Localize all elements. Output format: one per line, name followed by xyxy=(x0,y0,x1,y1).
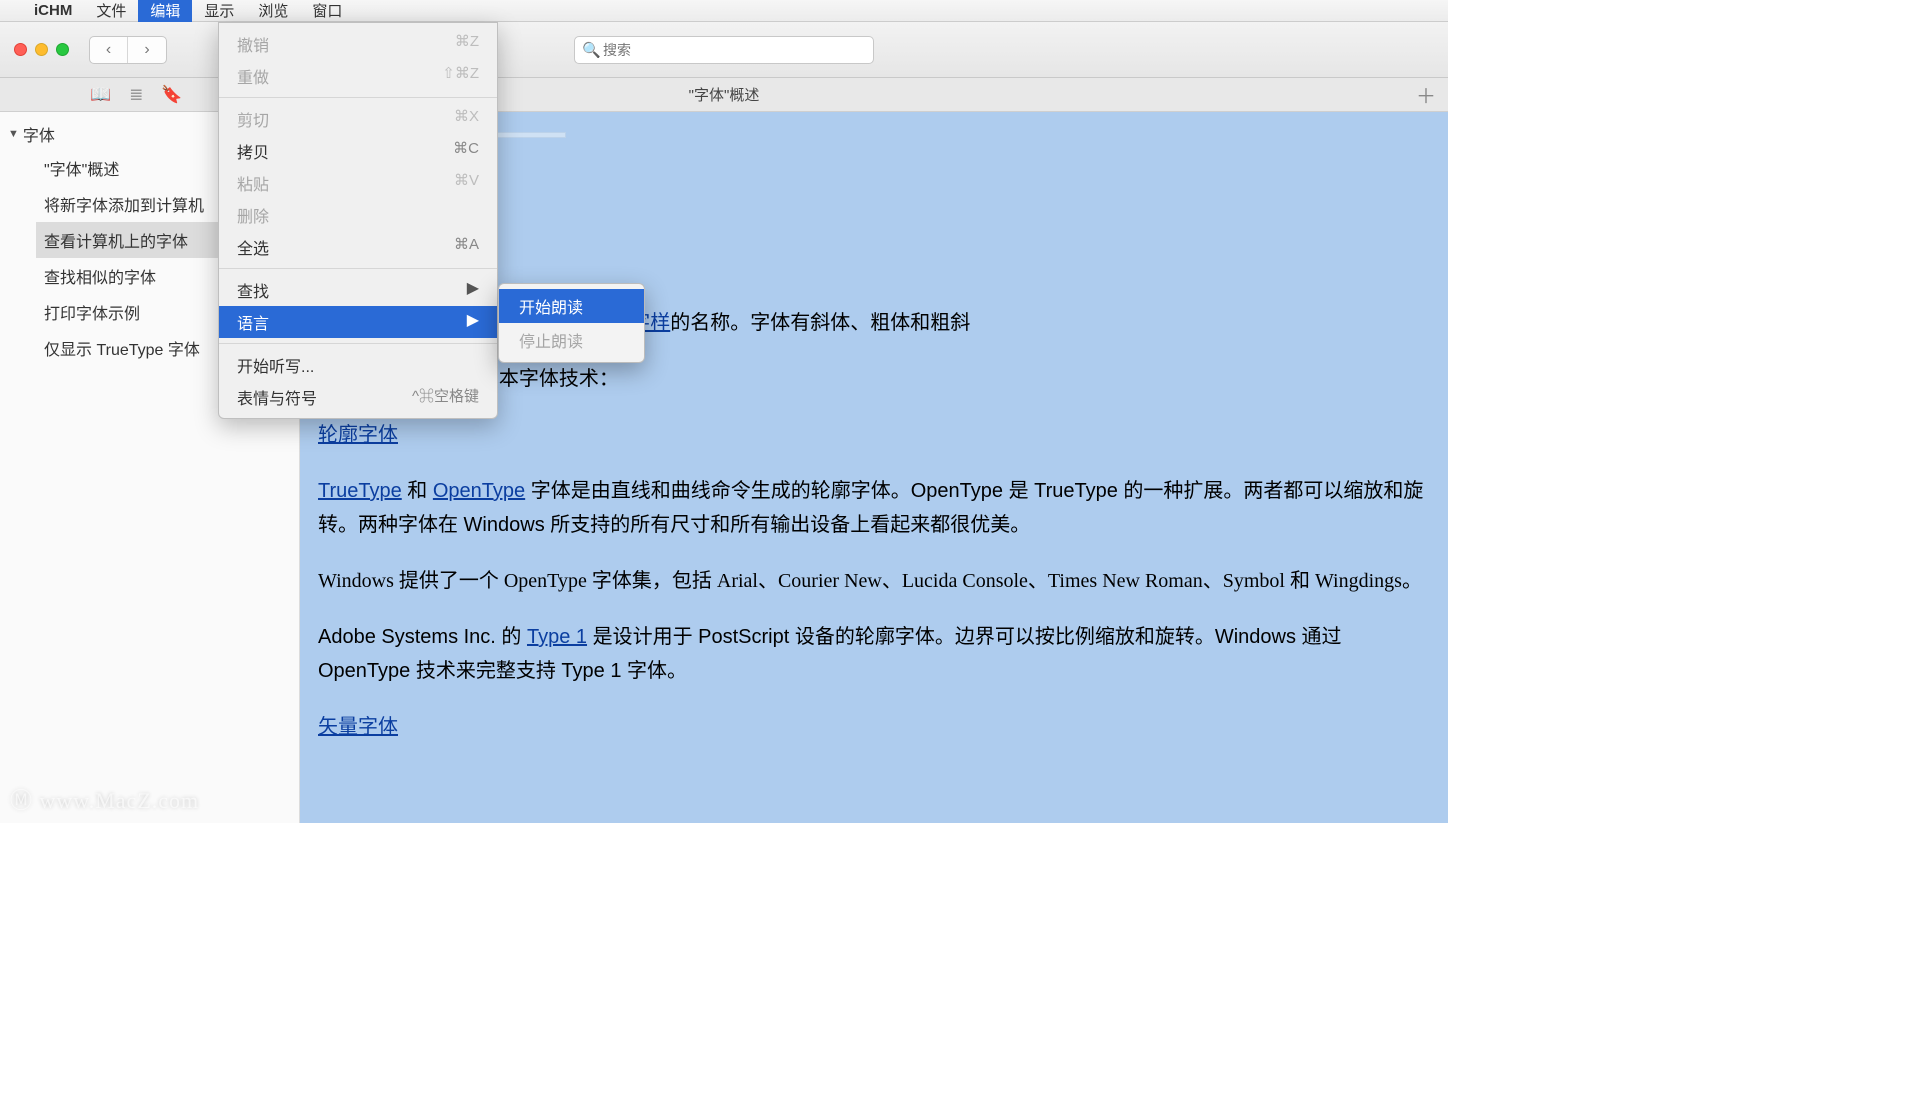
view-icons: 📖 ≣ 🔖 xyxy=(90,85,183,105)
menu-browse[interactable]: 浏览 xyxy=(246,0,300,23)
text: 的名称。字体有斜体、粗体和粗斜 xyxy=(670,312,970,334)
book-icon[interactable]: 📖 xyxy=(90,85,111,105)
paragraph: 轮廓字体 xyxy=(318,418,1430,452)
paragraph: TrueType 和 OpenType 字体是由直线和曲线命令生成的轮廓字体。O… xyxy=(318,474,1430,542)
tree-root-label: 字体 xyxy=(23,122,55,146)
text: Adobe Systems Inc. 的 xyxy=(318,626,527,648)
disclosure-triangle-icon[interactable]: ▼ xyxy=(8,128,19,140)
paragraph: 矢量字体 xyxy=(318,710,1430,744)
menu-view[interactable]: 显示 xyxy=(192,0,246,23)
back-button[interactable]: ‹ xyxy=(90,37,128,63)
separator xyxy=(219,97,497,98)
menu-item-copy[interactable]: 拷贝⌘C xyxy=(219,135,497,167)
paragraph: Windows 提供了一个 OpenType 字体集，包括 Arial、Cour… xyxy=(318,564,1430,598)
text: 和 xyxy=(402,480,433,502)
window-controls xyxy=(14,43,69,56)
menu-item-redo[interactable]: 重做⇧⌘Z xyxy=(219,60,497,92)
link-type1[interactable]: Type 1 xyxy=(527,626,587,648)
app-name[interactable]: iCHM xyxy=(22,0,84,21)
close-icon[interactable] xyxy=(14,43,27,56)
watermark: Ⓜ www.MacZ.com xyxy=(10,783,199,815)
chevron-right-icon: ▶ xyxy=(467,278,479,302)
nav-buttons: ‹ › xyxy=(89,36,167,64)
list-icon[interactable]: ≣ xyxy=(129,85,143,105)
menu-item-undo[interactable]: 撤销⌘Z xyxy=(219,28,497,60)
menu-file[interactable]: 文件 xyxy=(84,0,138,23)
link-opentype[interactable]: OpenType xyxy=(433,480,525,502)
link-truetype[interactable]: TrueType xyxy=(318,480,402,502)
minimize-icon[interactable] xyxy=(35,43,48,56)
edit-menu-dropdown: 撤销⌘Z 重做⇧⌘Z 剪切⌘X 拷贝⌘C 粘贴⌘V 删除 全选⌘A 查找▶ 语言… xyxy=(218,22,498,419)
chevron-right-icon: ▶ xyxy=(467,310,479,334)
link-outline-font[interactable]: 轮廓字体 xyxy=(318,424,398,446)
menu-item-find[interactable]: 查找▶ xyxy=(219,274,497,306)
menu-item-emoji[interactable]: 表情与符号^⌘空格键 xyxy=(219,381,497,413)
menu-window[interactable]: 窗口 xyxy=(300,0,354,23)
submenu-stop-speaking[interactable]: 停止朗读 xyxy=(499,323,644,357)
separator xyxy=(219,343,497,344)
forward-button[interactable]: › xyxy=(128,37,166,63)
search-wrap: 🔍 xyxy=(574,36,874,64)
menu-item-cut[interactable]: 剪切⌘X xyxy=(219,103,497,135)
menu-item-dictation[interactable]: 开始听写... xyxy=(219,349,497,381)
menu-item-language[interactable]: 语言▶ xyxy=(219,306,497,338)
search-icon: 🔍 xyxy=(582,41,601,59)
paragraph: Adobe Systems Inc. 的 Type 1 是设计用于 PostSc… xyxy=(318,620,1430,688)
menu-item-select-all[interactable]: 全选⌘A xyxy=(219,231,497,263)
maximize-icon[interactable] xyxy=(56,43,69,56)
tab-title: "字体"概述 xyxy=(689,84,760,105)
menubar: iCHM 文件 编辑 显示 浏览 窗口 xyxy=(0,0,1448,22)
menu-item-delete[interactable]: 删除 xyxy=(219,199,497,231)
menu-item-paste[interactable]: 粘贴⌘V xyxy=(219,167,497,199)
menu-edit[interactable]: 编辑 xyxy=(138,0,192,23)
search-input[interactable] xyxy=(574,36,874,64)
language-submenu: 开始朗读 停止朗读 xyxy=(498,283,645,363)
separator xyxy=(219,268,497,269)
submenu-start-speaking[interactable]: 开始朗读 xyxy=(499,289,644,323)
bookmark-icon[interactable]: 🔖 xyxy=(161,85,182,105)
add-tab-button[interactable]: ＋ xyxy=(1416,80,1436,109)
link-vector-font[interactable]: 矢量字体 xyxy=(318,716,398,738)
